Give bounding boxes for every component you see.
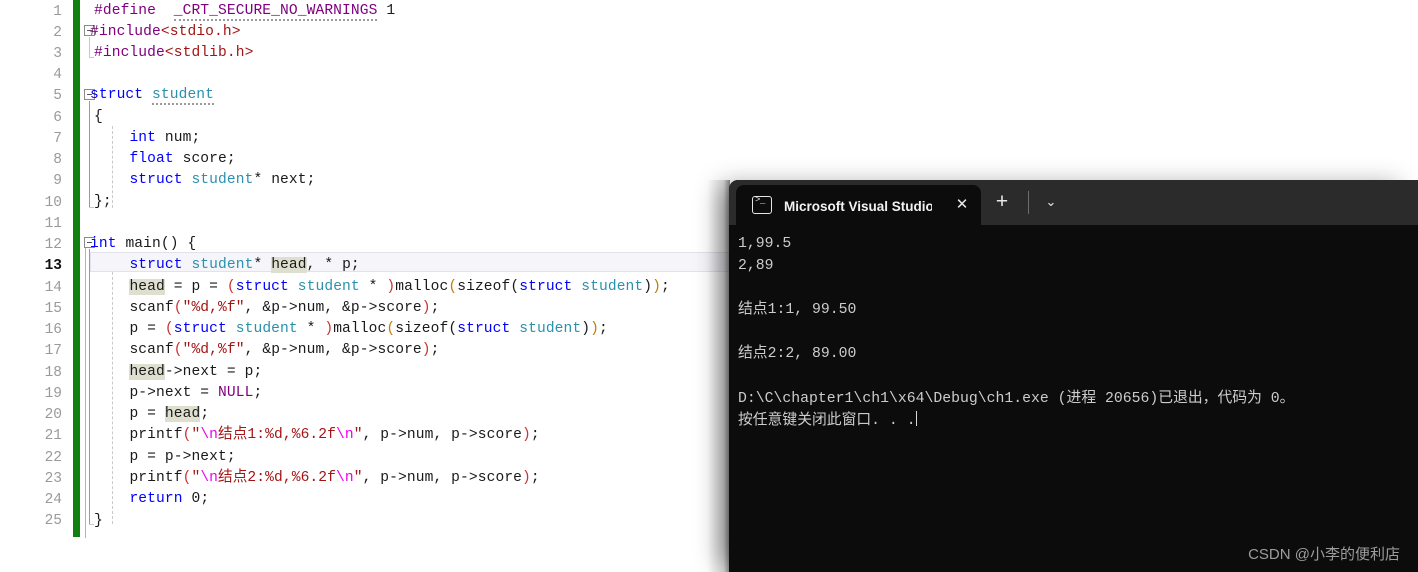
- line-number: 18: [44, 365, 62, 381]
- line-number: 24: [44, 492, 62, 508]
- text-cursor: [915, 410, 917, 426]
- line-number: 7: [53, 131, 62, 147]
- code-line-6[interactable]: {: [94, 107, 103, 128]
- toolbar-divider: [1028, 191, 1029, 214]
- console-title-bar[interactable]: Microsoft Visual Studio 调试控制台 ✕ + ⌄: [729, 180, 1418, 225]
- line-number: 23: [44, 471, 62, 487]
- code-line-9[interactable]: struct student* next;: [94, 170, 315, 191]
- line-number: 21: [44, 428, 62, 444]
- line-number: 2: [53, 25, 62, 41]
- console-output-line: D:\C\chapter1\ch1\x64\Debug\ch1.exe (进程 …: [738, 390, 1295, 407]
- code-line-7[interactable]: int num;: [94, 128, 200, 149]
- console-tab-active[interactable]: Microsoft Visual Studio 调试控制台 ✕: [736, 185, 981, 225]
- code-line-25[interactable]: }: [94, 511, 103, 532]
- code-line-18[interactable]: head->next = p;: [94, 362, 262, 383]
- code-line-19[interactable]: p->next = NULL;: [94, 383, 262, 404]
- line-number: 4: [53, 67, 62, 83]
- console-exit-prompt: 按任意键关闭此窗口. . .: [738, 412, 916, 429]
- line-number: 22: [44, 450, 62, 466]
- line-number: 25: [44, 513, 62, 529]
- line-number-current: 13: [44, 258, 62, 274]
- line-number: 1: [53, 4, 62, 20]
- code-line-5[interactable]: struct student: [90, 85, 215, 106]
- code-line-8[interactable]: float score;: [94, 149, 236, 170]
- line-number: 16: [44, 322, 62, 338]
- line-number: 11: [44, 216, 62, 232]
- debug-console-window[interactable]: Microsoft Visual Studio 调试控制台 ✕ + ⌄ 1,99…: [729, 180, 1418, 572]
- code-line-13[interactable]: struct student* head, * p;: [94, 255, 360, 276]
- gutter-divider: [85, 246, 86, 538]
- line-number: 9: [53, 173, 62, 189]
- line-number: 19: [44, 386, 62, 402]
- console-output-line: 2,89: [738, 258, 774, 275]
- code-line-22[interactable]: p = p->next;: [94, 447, 236, 468]
- change-indicator-bar: [73, 0, 80, 537]
- code-line-12[interactable]: int main() {: [90, 234, 196, 255]
- code-line-23[interactable]: printf("\n结点2:%d,%6.2f\n", p->num, p->sc…: [94, 468, 540, 489]
- close-icon[interactable]: ✕: [954, 197, 970, 213]
- code-line-14[interactable]: head = p = (struct student * )malloc(siz…: [94, 277, 670, 298]
- code-line-1[interactable]: #define _CRT_SECURE_NO_WARNINGS 1: [94, 1, 395, 22]
- line-number: 14: [44, 280, 62, 296]
- code-line-21[interactable]: printf("\n结点1:%d,%6.2f\n", p->num, p->sc…: [94, 425, 540, 446]
- line-number-gutter: 1 2 3 4 5 6 7 8 9 10 11 12 13 14 15 16 1…: [0, 0, 62, 572]
- code-line-10[interactable]: };: [94, 192, 112, 213]
- code-line-20[interactable]: p = head;: [94, 404, 209, 425]
- line-number: 8: [53, 152, 62, 168]
- line-number: 15: [44, 301, 62, 317]
- fold-guide: [89, 249, 90, 524]
- line-number: 5: [53, 88, 62, 104]
- code-line-3[interactable]: #include<stdlib.h>: [94, 43, 253, 64]
- watermark: CSDN @小李的便利店: [1248, 546, 1400, 563]
- console-output-line: 结点2:2, 89.00: [738, 346, 857, 363]
- new-tab-icon[interactable]: +: [991, 191, 1013, 213]
- line-number: 10: [44, 195, 62, 211]
- line-number: 17: [44, 343, 62, 359]
- screen: 1 2 3 4 5 6 7 8 9 10 11 12 13 14 15 16 1…: [0, 0, 1418, 572]
- line-number: 20: [44, 407, 62, 423]
- code-line-16[interactable]: p = (struct student * )malloc(sizeof(str…: [94, 319, 608, 340]
- fold-guide: [89, 101, 90, 207]
- line-number: 12: [44, 237, 62, 253]
- console-output-line: 1,99.5: [738, 236, 792, 252]
- code-line-15[interactable]: scanf("%d,%f", &p->num, &p->score);: [94, 298, 440, 319]
- console-icon: [752, 195, 772, 214]
- line-number: 6: [53, 110, 62, 126]
- console-output-line-last: 按任意键关闭此窗口. . .: [738, 410, 1418, 432]
- chevron-down-icon[interactable]: ⌄: [1040, 190, 1062, 212]
- console-output[interactable]: 1,99.5 2,89 结点1:1, 99.50 结点2:2, 89.00 D:…: [729, 225, 1418, 572]
- code-line-17[interactable]: scanf("%d,%f", &p->num, &p->score);: [94, 340, 440, 361]
- line-number: 3: [53, 46, 62, 62]
- code-line-24[interactable]: return 0;: [94, 489, 209, 510]
- console-output-line: 结点1:1, 99.50: [738, 302, 857, 319]
- console-tab-title: Microsoft Visual Studio 调试控制台: [784, 199, 932, 214]
- code-line-2[interactable]: #include<stdio.h>: [90, 22, 241, 43]
